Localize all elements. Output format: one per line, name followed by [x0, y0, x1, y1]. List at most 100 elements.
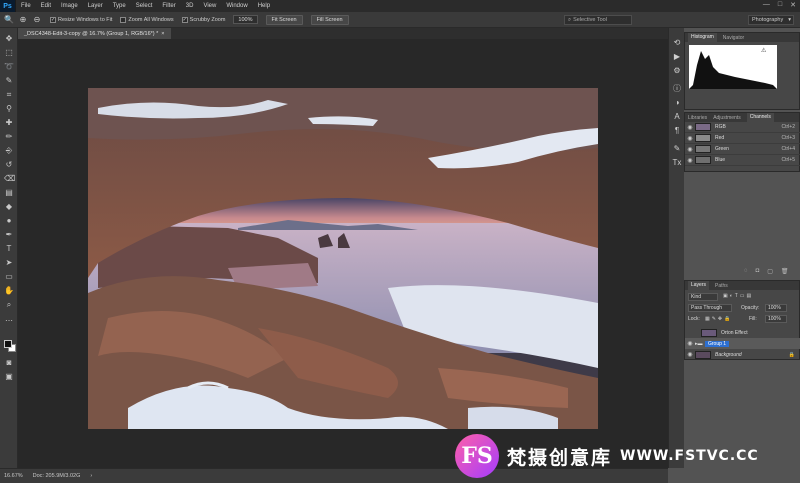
menu-filter[interactable]: Filter	[157, 3, 180, 9]
layer-filter-icons[interactable]: ▣◐T▭▤	[723, 293, 753, 299]
resize-windows-checkbox[interactable]: ✓ Resize Windows to Fit	[50, 16, 112, 23]
brush-tool-icon[interactable]: ✏	[4, 132, 14, 142]
eraser-tool-icon[interactable]: ⌫	[4, 174, 15, 184]
paragraph-icon[interactable]: ¶	[672, 126, 682, 136]
layers-panel: Layers Paths Kind ▣◐T▭▤ Pass Through Opa…	[684, 280, 800, 360]
load-channel-icon[interactable]: ◌	[744, 268, 748, 275]
search-field[interactable]: ⌕ Selective Tool	[564, 15, 632, 25]
channel-row[interactable]: ◉ RGB Ctrl+2	[685, 122, 800, 133]
properties-icon[interactable]: ⚙	[672, 66, 682, 76]
move-tool-icon[interactable]: ✥	[4, 34, 14, 44]
menu-layer[interactable]: Layer	[83, 3, 108, 9]
eye-icon[interactable]: ◉	[685, 340, 695, 347]
canvas-area[interactable]	[18, 39, 668, 468]
chevron-right-icon[interactable]: ›	[90, 473, 92, 479]
eye-icon[interactable]: ◉	[685, 351, 695, 358]
zoom-tool-icon[interactable]: 🔍	[4, 15, 14, 25]
tab-navigator[interactable]: Navigator	[723, 35, 744, 41]
character-icon[interactable]: A	[672, 112, 682, 122]
pen-tool-icon[interactable]: ✒	[4, 230, 14, 240]
blur-tool-icon[interactable]: ◆	[4, 202, 14, 212]
menu-view[interactable]: View	[198, 3, 221, 9]
type-tool-icon[interactable]: T	[4, 244, 14, 254]
eye-icon[interactable]: ◉	[685, 157, 695, 164]
workspace-select[interactable]: Photography ▾	[748, 15, 794, 25]
delete-channel-icon[interactable]: 🗑	[781, 268, 789, 275]
menu-file[interactable]: File	[16, 3, 36, 9]
scrubby-zoom-checkbox[interactable]: ✓ Scrubby Zoom	[181, 16, 225, 23]
tab-paths[interactable]: Paths	[715, 283, 728, 289]
eye-icon[interactable]: ◉	[685, 124, 695, 131]
layer-row[interactable]: Orton Effect	[685, 327, 800, 338]
quick-select-tool-icon[interactable]: ✎	[4, 76, 14, 86]
clone-stamp-tool-icon[interactable]: ⎆	[4, 146, 14, 156]
fit-screen-button[interactable]: Fit Screen	[265, 14, 303, 25]
crop-tool-icon[interactable]: ⌗	[4, 90, 14, 100]
tab-libraries[interactable]: Libraries	[688, 115, 707, 121]
channel-row[interactable]: ◉ Green Ctrl+4	[685, 144, 800, 155]
channel-row[interactable]: ◉ Blue Ctrl+5	[685, 155, 800, 166]
status-zoom[interactable]: 16.67%	[4, 473, 23, 479]
history-brush-tool-icon[interactable]: ↺	[4, 160, 14, 170]
more-tools-icon[interactable]: ⋯	[4, 316, 14, 326]
fill-field[interactable]: 100%	[765, 315, 787, 323]
layer-row[interactable]: ◉ Background 🔒	[685, 349, 800, 360]
close-tab-icon[interactable]: ×	[161, 31, 164, 37]
fill-screen-button[interactable]: Fill Screen	[310, 14, 349, 25]
menu-select[interactable]: Select	[131, 3, 158, 9]
warning-icon[interactable]: ⚠	[761, 47, 766, 54]
blend-mode-select[interactable]: Pass Through	[688, 304, 732, 312]
actions-icon[interactable]: ▶	[672, 52, 682, 62]
eye-icon[interactable]: ◉	[685, 135, 695, 142]
tool-presets-icon[interactable]: Tx	[672, 158, 682, 168]
tab-adjustments[interactable]: Adjustments	[713, 115, 741, 121]
checkbox-icon	[120, 16, 127, 23]
kind-filter-select[interactable]: Kind	[688, 293, 718, 301]
path-select-tool-icon[interactable]: ➤	[4, 258, 14, 268]
tools-panel: ✥ ⬚ ➰ ✎ ⌗ ⚲ ✚ ✏ ⎆ ↺ ⌫ ▤ ◆ ● ✒ T ➤ ▭ ✋ ⌕ …	[0, 28, 18, 468]
healing-brush-tool-icon[interactable]: ✚	[4, 118, 14, 128]
zoom-value-field[interactable]: 100%	[233, 15, 258, 24]
menu-3d[interactable]: 3D	[181, 3, 199, 9]
zoom-tool-icon[interactable]: ⌕	[4, 300, 14, 310]
maximize-button[interactable]: □	[778, 1, 782, 9]
shape-tool-icon[interactable]: ▭	[4, 272, 14, 282]
zoom-all-windows-checkbox[interactable]: Zoom All Windows	[120, 16, 174, 23]
lock-icons[interactable]: ▦✎✥🔒	[705, 316, 732, 322]
quick-mask-icon[interactable]: ◙	[4, 358, 14, 368]
opacity-field[interactable]: 100%	[765, 304, 787, 312]
zoom-in-icon[interactable]: ⊕	[18, 15, 28, 25]
menu-window[interactable]: Window	[221, 3, 252, 9]
layer-name-edit[interactable]: Group 1	[705, 340, 730, 347]
tab-channels[interactable]: Channels	[746, 113, 774, 122]
document-tab[interactable]: _DSC4348-Edit-3-copy @ 16.7% (Group 1, R…	[18, 28, 171, 39]
menu-image[interactable]: Image	[56, 3, 83, 9]
channel-row[interactable]: ◉ Red Ctrl+3	[685, 133, 800, 144]
history-icon[interactable]: ⟲	[672, 38, 682, 48]
channel-shortcut: Ctrl+5	[781, 157, 795, 163]
zoom-out-icon[interactable]: ⊖	[32, 15, 42, 25]
marquee-tool-icon[interactable]: ⬚	[4, 48, 14, 58]
gradient-tool-icon[interactable]: ▤	[4, 188, 14, 198]
hand-tool-icon[interactable]: ✋	[4, 286, 14, 296]
menu-help[interactable]: Help	[253, 3, 275, 9]
screen-mode-icon[interactable]: ▣	[4, 372, 14, 382]
layer-row-selected[interactable]: ◉ ▸▬ Group 1	[685, 338, 800, 349]
document-photo[interactable]	[88, 88, 598, 429]
info-icon[interactable]: ⓘ	[672, 84, 682, 94]
foreground-color-swatch[interactable]	[4, 340, 12, 348]
eyedropper-tool-icon[interactable]: ⚲	[4, 104, 14, 114]
dodge-tool-icon[interactable]: ●	[4, 216, 14, 226]
tab-layers[interactable]: Layers	[688, 281, 710, 290]
lasso-tool-icon[interactable]: ➰	[4, 62, 14, 72]
brush-settings-icon[interactable]: ✎	[672, 144, 682, 154]
save-selection-icon[interactable]: ◘	[756, 268, 760, 275]
eye-icon[interactable]: ◉	[685, 146, 695, 153]
minimize-button[interactable]: —	[763, 1, 770, 9]
close-button[interactable]: ✕	[790, 1, 796, 9]
new-channel-icon[interactable]: ▢	[767, 268, 773, 275]
menu-type[interactable]: Type	[108, 3, 131, 9]
menu-edit[interactable]: Edit	[36, 3, 56, 9]
adjustments-icon[interactable]: ◑	[672, 98, 682, 108]
tab-histogram[interactable]: Histogram	[688, 33, 717, 42]
